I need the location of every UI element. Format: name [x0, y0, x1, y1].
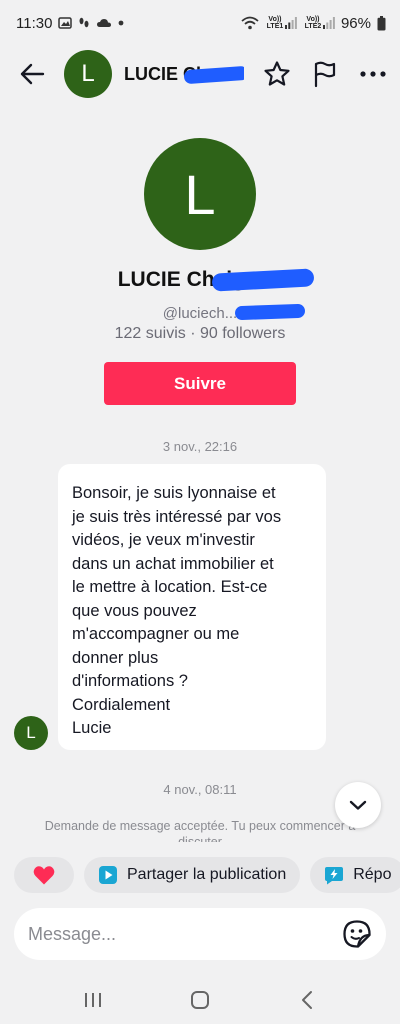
battery-icon [377, 15, 386, 31]
status-left: 11:30 [16, 15, 124, 32]
message-input[interactable] [28, 923, 340, 945]
profile-avatar[interactable]: L [144, 138, 256, 250]
message-composer [14, 908, 386, 960]
reply-chip[interactable]: Répo [310, 857, 400, 893]
message-line: Lucie [72, 719, 112, 737]
message-line: le mettre à location. Est-ce [72, 578, 268, 596]
back-nav-button[interactable] [287, 980, 327, 1020]
reply-label: Répo [353, 866, 392, 883]
back-arrow-icon [20, 63, 45, 85]
cloud-icon [96, 17, 112, 29]
gallery-icon [58, 16, 73, 30]
wifi-icon [241, 16, 259, 30]
profile-handle-text: @luciech... [162, 305, 238, 322]
share-post-chip[interactable]: Partager la publication [84, 857, 301, 893]
profile-stats: 122 suivis · 90 followers [114, 325, 286, 342]
quick-actions: Partager la publication Répo [0, 857, 400, 893]
sim1-icon: Vo)) LTE1 [265, 16, 297, 30]
message-line: m'accompagner ou me [72, 625, 240, 643]
battery-percent: 96% [340, 14, 371, 32]
header-avatar[interactable]: L [64, 50, 112, 98]
follow-button[interactable]: Suivre [104, 362, 296, 405]
star-icon [264, 61, 290, 86]
sim2-icon: Vo)) LTE2 [303, 16, 335, 30]
system-note: Demande de message acceptée. Tu peux com… [44, 819, 356, 842]
message-timestamp: 3 nov., 22:16 [162, 439, 238, 454]
header-contact-name[interactable]: LUCIE Ch... [124, 64, 244, 85]
favorite-button[interactable] [260, 57, 294, 91]
header-actions [260, 57, 390, 91]
status-right: Vo)) LTE1 Vo)) LTE2 96% [241, 15, 386, 32]
sender-avatar[interactable]: L [14, 716, 48, 750]
scroll-to-bottom-button[interactable] [335, 782, 381, 828]
sim2-label: Vo)) LTE2 [304, 16, 322, 30]
recent-apps-button[interactable] [73, 980, 113, 1020]
profile-handle: @luciech... [0, 303, 400, 322]
share-post-label: Partager la publication [127, 866, 287, 883]
chevron-down-icon [349, 800, 367, 810]
footprint-icon [78, 16, 90, 30]
back-button[interactable] [14, 56, 50, 92]
sim1-label: Vo)) LTE1 [266, 16, 284, 30]
quick-actions-row: Partager la publication Répo [14, 857, 400, 893]
message-line: Cordialement [72, 695, 171, 714]
back-nav-icon [301, 990, 312, 1009]
home-icon [190, 990, 209, 1009]
more-icon [360, 71, 386, 77]
reply-bolt-icon [324, 865, 344, 885]
chat-header: L LUCIE Ch... [0, 46, 400, 102]
share-play-icon [98, 865, 118, 885]
recent-apps-icon [85, 992, 102, 1007]
status-time: 11:30 [16, 14, 53, 32]
dot-icon [118, 20, 124, 26]
report-button[interactable] [308, 57, 342, 91]
message-line: vidéos, je veux m'investir [72, 531, 255, 549]
home-button[interactable] [180, 980, 220, 1020]
heart-icon [33, 866, 55, 885]
message-line: dans un achat immobilier et [72, 554, 274, 573]
message-line: Bonsoir, je suis lyonnaise et [72, 484, 276, 502]
message-line: d'informations ? [72, 672, 188, 690]
sticker-button[interactable] [340, 917, 374, 951]
message-line: que vous pouvez [72, 601, 197, 620]
sticker-icon [343, 920, 371, 948]
system-nav-bar [0, 975, 400, 1024]
more-options-button[interactable] [356, 57, 390, 91]
message-line: je suis très intéressé par vos [72, 507, 282, 526]
status-bar: 11:30 Vo)) LTE1 Vo)) LTE2 96% [0, 0, 400, 46]
heart-reaction-chip[interactable] [14, 857, 74, 893]
profile-name: LUCIE Cheigeou [0, 268, 400, 292]
flag-icon [314, 61, 336, 88]
redaction-scribble [234, 303, 306, 321]
message-line: donner plus [72, 648, 159, 667]
message-bubble[interactable]: Bonsoir, je suis lyonnaise et je suis tr… [58, 464, 326, 750]
